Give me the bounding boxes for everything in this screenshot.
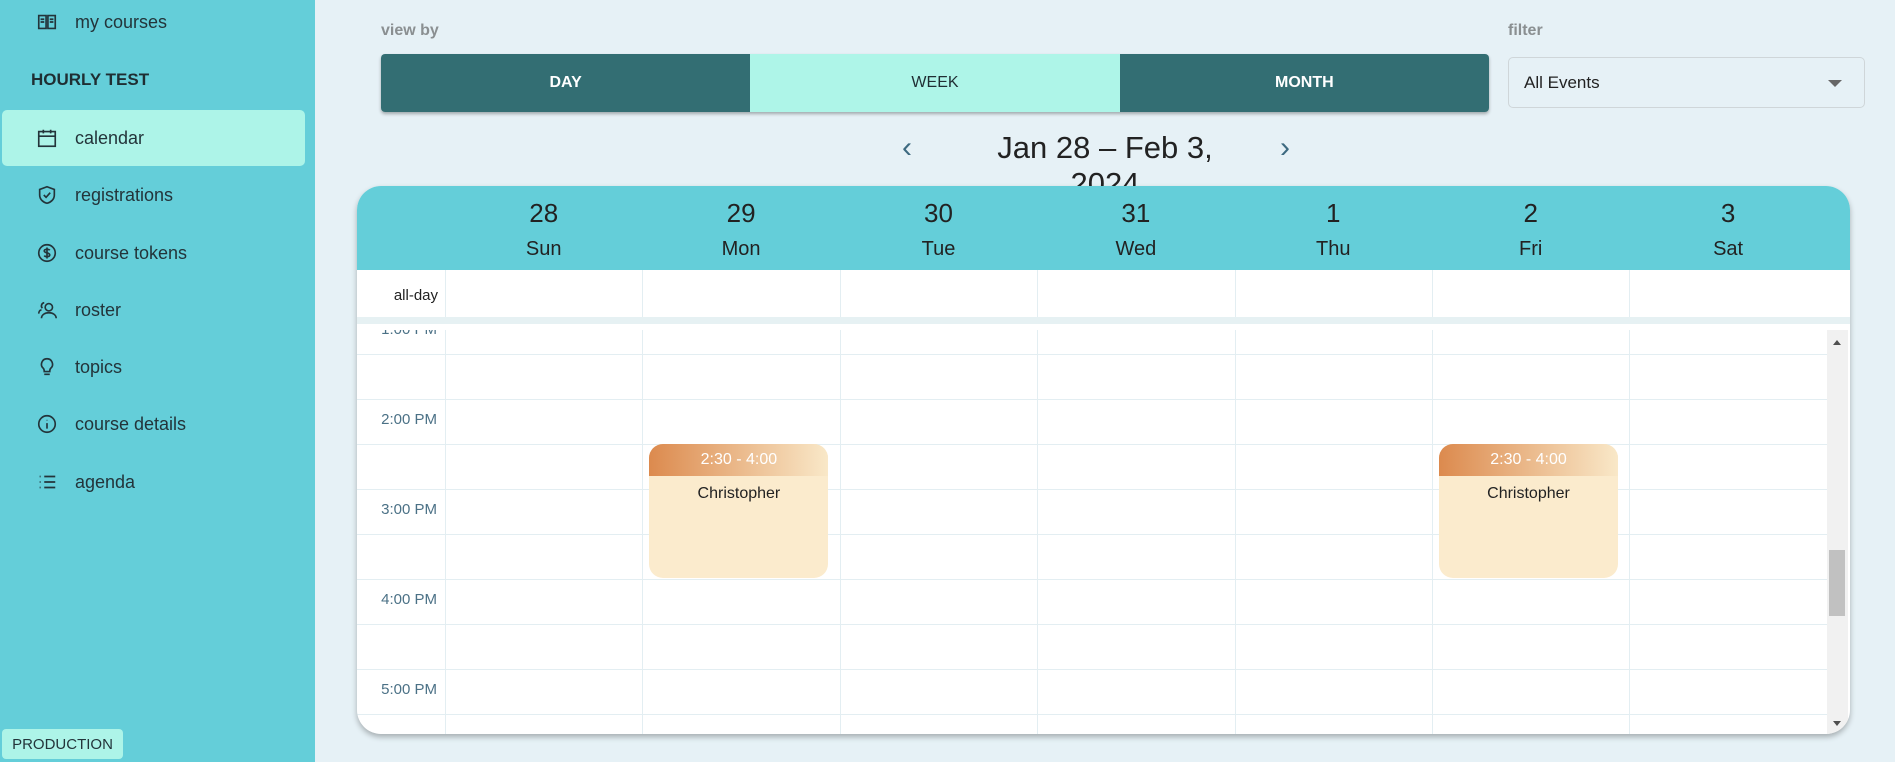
book-icon — [37, 14, 57, 30]
slot-line — [357, 399, 1827, 400]
day-header[interactable]: 1 Thu — [1235, 186, 1432, 270]
users-icon — [37, 301, 57, 319]
sidebar-item-registrations[interactable]: registrations — [2, 167, 305, 223]
view-week-button[interactable]: WEEK — [750, 54, 1120, 112]
lightbulb-icon — [40, 357, 54, 376]
date-navigation: ‹ Jan 28 – Feb 3, 2024 › — [0, 128, 1895, 201]
week-calendar: 28 Sun 29 Mon 30 Tue 31 Wed 1 Thu 2 Fri 3 Sat all-day… — [357, 186, 1850, 734]
calendar-event[interactable]: 2:30 - 4:00 Christopher — [1439, 444, 1618, 578]
calendar-event[interactable]: 2:30 - 4:00 Christopher — [649, 444, 829, 578]
time-label: 3:00 PM — [381, 501, 437, 518]
sidebar-item-my-courses[interactable]: my courses — [2, 0, 305, 50]
slot-line — [357, 354, 1827, 355]
column-divider — [445, 270, 446, 317]
scrollbar-thumb[interactable] — [1829, 550, 1845, 616]
day-header[interactable]: 29 Mon — [642, 186, 839, 270]
filter-label: filter — [1508, 22, 1543, 39]
list-icon — [39, 475, 56, 489]
day-number: 2 — [1523, 198, 1538, 228]
column-divider — [1432, 270, 1433, 317]
time-grid: 1:00 PM 2:00 PM 3:00 PM 4:00 PM 5:00 PM 2:30 … — [357, 330, 1827, 734]
day-name: Thu — [1316, 238, 1351, 260]
time-label: 1:00 PM — [357, 330, 437, 338]
column-divider — [1234, 330, 1236, 734]
event-time: 2:30 - 4:00 — [1439, 444, 1618, 476]
view-by-label: view by — [381, 22, 439, 39]
slot-line — [357, 624, 1827, 625]
day-name: Tue — [921, 238, 956, 260]
column-divider — [1234, 270, 1236, 317]
time-label: 5:00 PM — [381, 681, 437, 698]
all-day-row: all-day — [357, 270, 1850, 324]
day-name: Fri — [1519, 238, 1543, 260]
sidebar-item-roster[interactable]: roster — [2, 282, 305, 338]
column-divider — [642, 330, 644, 734]
slot-line — [357, 714, 1827, 715]
sidebar-item-topics[interactable]: topics — [2, 339, 305, 395]
column-divider — [1629, 330, 1631, 734]
day-header[interactable]: 31 Wed — [1037, 186, 1234, 270]
column-divider — [1037, 270, 1039, 317]
day-number: 28 — [529, 198, 559, 228]
prev-week-button[interactable]: ‹ — [902, 133, 912, 163]
course-section-title: HOURLY TEST — [31, 70, 150, 89]
column-divider — [445, 330, 446, 734]
slot-line — [357, 669, 1827, 670]
event-title: Christopher — [697, 485, 781, 502]
scroll-down-icon[interactable] — [1833, 721, 1841, 726]
day-number: 3 — [1720, 198, 1736, 228]
day-name: Sun — [525, 238, 562, 260]
sidebar: my courses HOURLY TEST calendar registra… — [0, 0, 315, 762]
time-label: 2:00 PM — [381, 411, 437, 428]
shield-check-icon — [38, 185, 56, 205]
chevron-down-icon — [1828, 80, 1842, 87]
all-day-label: all-day — [393, 287, 438, 304]
day-number: 29 — [726, 198, 756, 228]
scrollbar[interactable] — [1827, 330, 1848, 734]
column-divider — [642, 270, 644, 317]
day-number: 1 — [1326, 198, 1341, 228]
filter-select[interactable]: All Events — [1508, 57, 1865, 108]
event-title: Christopher — [1487, 485, 1570, 502]
column-divider — [1432, 330, 1433, 734]
day-header[interactable]: 2 Fri — [1432, 186, 1629, 270]
column-divider — [839, 330, 841, 734]
day-number: 30 — [924, 198, 953, 228]
column-divider — [839, 270, 841, 317]
column-divider — [1037, 330, 1039, 734]
day-number: 31 — [1121, 198, 1151, 228]
day-header-row: 28 Sun 29 Mon 30 Tue 31 Wed 1 Thu 2 Fri 3 Sat — [357, 186, 1850, 270]
dollar-circle-icon — [37, 243, 57, 263]
sidebar-item-course-details[interactable]: course details — [2, 396, 305, 452]
next-week-button[interactable]: › — [1280, 133, 1290, 163]
column-divider — [1629, 270, 1631, 317]
event-time: 2:30 - 4:00 — [649, 444, 829, 476]
day-name: Wed — [1115, 238, 1157, 260]
info-icon — [37, 414, 57, 434]
view-toggle: DAY WEEK MONTH — [381, 54, 1489, 112]
day-header[interactable]: 30 Tue — [840, 186, 1037, 270]
day-name: Sat — [1713, 238, 1744, 260]
environment-badge: PRODUCTION — [2, 729, 123, 759]
day-header[interactable]: 3 Sat — [1629, 186, 1826, 270]
scroll-up-icon[interactable] — [1833, 340, 1841, 345]
view-month-button[interactable]: MONTH — [1119, 54, 1489, 112]
view-day-button[interactable]: DAY — [381, 54, 751, 112]
day-header[interactable]: 28 Sun — [445, 186, 642, 270]
slot-line — [357, 579, 1827, 580]
time-label: 4:00 PM — [381, 591, 437, 608]
sidebar-item-course-tokens[interactable]: course tokens — [2, 225, 305, 281]
sidebar-item-agenda[interactable]: agenda — [2, 454, 305, 510]
day-name: Mon — [721, 238, 761, 260]
